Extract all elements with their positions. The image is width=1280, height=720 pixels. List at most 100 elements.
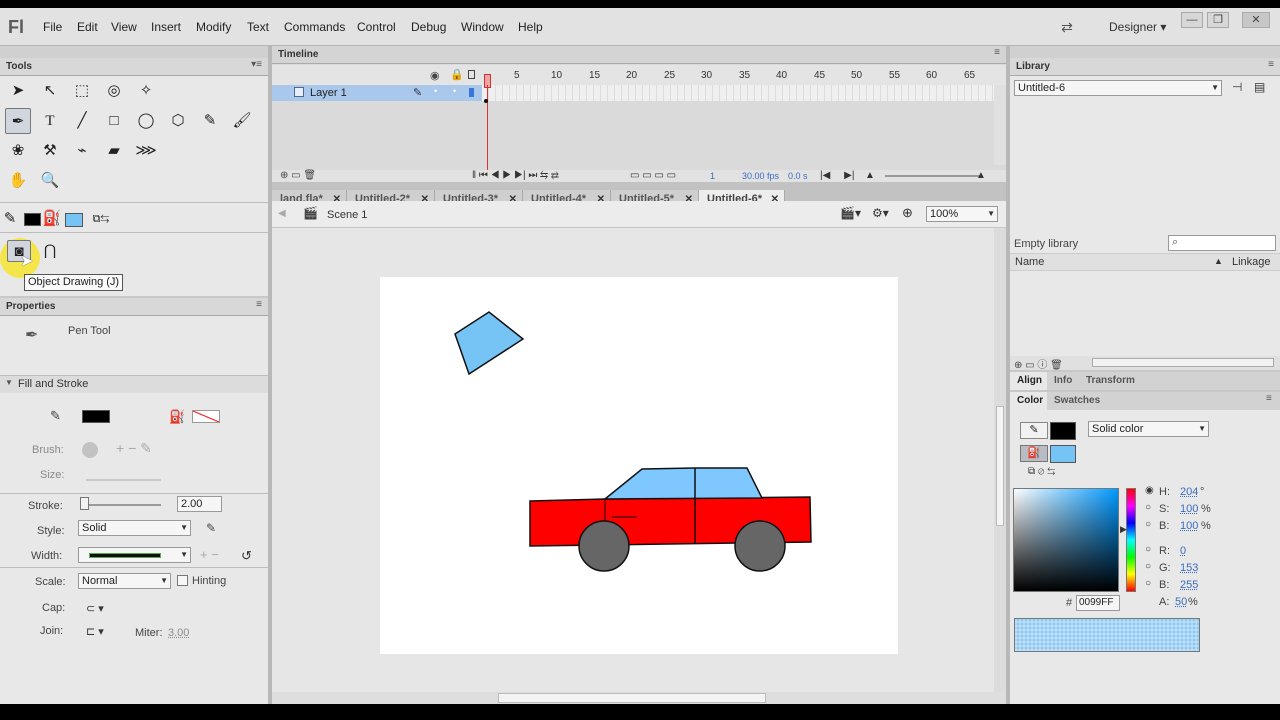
stroke-slider-thumb[interactable]: [80, 497, 89, 510]
tab-color[interactable]: Color: [1010, 392, 1047, 410]
r-value[interactable]: 0: [1180, 545, 1186, 557]
3d-rotation-tool-icon[interactable]: ◎: [101, 78, 127, 104]
sync-settings-icon[interactable]: ⇄: [1052, 16, 1082, 38]
pen-tool-icon[interactable]: ✒: [5, 108, 31, 134]
menu-control[interactable]: Control: [357, 20, 396, 34]
column-name[interactable]: Name: [1015, 256, 1044, 268]
menu-view[interactable]: View: [111, 20, 137, 34]
new-layer-icon[interactable]: ⊕ ▭ 🗑: [280, 170, 316, 181]
layer-row[interactable]: Layer 1 ✎ • •: [272, 85, 482, 101]
radio-blue[interactable]: ○: [1145, 578, 1151, 589]
miter-value[interactable]: 3.00: [168, 627, 189, 639]
oval-tool-icon[interactable]: ◯: [133, 108, 159, 134]
blue-value[interactable]: 255: [1180, 579, 1198, 591]
center-stage-icon[interactable]: ⊕: [902, 205, 913, 221]
s-value[interactable]: 100: [1180, 503, 1198, 515]
library-search-input[interactable]: ⌕: [1168, 235, 1276, 251]
stage-vscroll[interactable]: [994, 228, 1006, 692]
frame-rate[interactable]: 30.00 fps: [742, 171, 779, 181]
elapsed-time[interactable]: 0.0 s: [788, 171, 808, 181]
zoom-in-icon[interactable]: ▲: [976, 170, 986, 181]
scroll-arrows-icon[interactable]: |◀ ▶|: [820, 170, 854, 181]
stroke-color-swatch[interactable]: [1050, 422, 1076, 440]
scene-name[interactable]: Scene 1: [327, 209, 367, 221]
frame-zoom-slider[interactable]: [885, 175, 981, 177]
subselection-tool-icon[interactable]: ↖: [37, 78, 63, 104]
library-document-dropdown[interactable]: Untitled-6 ▼: [1014, 80, 1222, 96]
menu-debug[interactable]: Debug: [411, 20, 446, 34]
menu-text[interactable]: Text: [247, 20, 269, 34]
new-symbol-icon[interactable]: ⊕ ▭ ⓘ 🗑: [1014, 356, 1063, 371]
current-frame[interactable]: 1: [710, 171, 715, 181]
menu-insert[interactable]: Insert: [151, 20, 181, 34]
left-gutter[interactable]: [268, 46, 272, 704]
fill-color-swatch[interactable]: [1050, 445, 1076, 463]
hex-input[interactable]: 0099FF: [1076, 595, 1120, 611]
timeline-vscroll[interactable]: [994, 85, 1006, 165]
brush-tool-icon[interactable]: 🖌: [229, 108, 255, 134]
hand-tool-icon[interactable]: ✋: [5, 168, 31, 194]
text-tool-icon[interactable]: T: [37, 108, 63, 134]
join-dropdown[interactable]: ⊏ ▾: [86, 625, 104, 638]
panel-menu-icon[interactable]: ≡: [256, 299, 262, 310]
panel-menu-icon[interactable]: ≡: [994, 47, 1000, 58]
stroke-pencil-icon[interactable]: ✎: [1020, 422, 1048, 439]
fill-bucket-icon[interactable]: ⛽: [1020, 445, 1048, 462]
h-value[interactable]: 204: [1180, 486, 1198, 498]
fill-stroke-section-header[interactable]: ▼ Fill and Stroke: [0, 376, 268, 393]
polystar-tool-icon[interactable]: ⬡: [165, 108, 191, 134]
frame-track[interactable]: [482, 85, 996, 101]
edit-symbols-icon[interactable]: ⚙▾: [872, 206, 889, 220]
tab-swatches[interactable]: Swatches: [1054, 395, 1100, 406]
stage-hscroll[interactable]: [272, 692, 1006, 704]
color-options-icon[interactable]: ⧉ ⊘ ⇆: [1028, 466, 1055, 477]
lasso-tool-icon[interactable]: ✧: [133, 78, 159, 104]
panel-menu-icon[interactable]: ≡: [1266, 393, 1272, 404]
restore-button[interactable]: ❐: [1207, 12, 1229, 28]
menu-edit[interactable]: Edit: [77, 20, 98, 34]
deco-tool-icon[interactable]: ❀: [5, 138, 31, 164]
tab-info[interactable]: Info: [1054, 375, 1072, 386]
radio-b[interactable]: ○: [1145, 519, 1151, 530]
width-tool-icon[interactable]: ⋙: [133, 138, 159, 164]
bone-tool-icon[interactable]: ⚒: [37, 138, 63, 164]
menu-modify[interactable]: Modify: [196, 20, 231, 34]
eye-icon[interactable]: ◉: [430, 69, 440, 82]
free-transform-tool-icon[interactable]: ⬚: [69, 78, 95, 104]
radio-g[interactable]: ○: [1145, 561, 1151, 572]
tab-align[interactable]: Align: [1010, 372, 1047, 390]
rectangle-tool-icon[interactable]: □: [101, 108, 127, 134]
minimize-button[interactable]: —: [1181, 12, 1203, 28]
width-profile-dropdown[interactable]: ▼: [78, 547, 191, 563]
menu-help[interactable]: Help: [518, 20, 543, 34]
onion-skin-icon[interactable]: ▭ ▭ ▭ ▭: [630, 170, 676, 181]
edit-scene-icon[interactable]: 🎬▾: [840, 206, 861, 220]
radio-r[interactable]: ○: [1145, 544, 1151, 555]
line-tool-icon[interactable]: ╱: [69, 108, 95, 134]
snap-to-objects-icon[interactable]: ⋂: [38, 240, 62, 262]
lock-dot[interactable]: •: [453, 86, 456, 96]
radio-h[interactable]: ◉: [1145, 485, 1154, 496]
column-linkage[interactable]: Linkage: [1232, 256, 1271, 268]
pencil-tool-icon[interactable]: ✎: [197, 108, 223, 134]
car-rear-wheel[interactable]: [578, 520, 630, 572]
eyedropper-tool-icon[interactable]: ⌁: [69, 138, 95, 164]
hinting-checkbox[interactable]: [177, 575, 188, 586]
menu-commands[interactable]: Commands: [284, 20, 345, 34]
playback-controls-icon[interactable]: ‖ ⏮ ◀ ▶ ▶| ⏭ ⇆ ⇄: [472, 170, 559, 181]
edit-stroke-style-icon[interactable]: ✎: [206, 521, 216, 535]
pin-icon[interactable]: ⊣: [1232, 80, 1242, 94]
hscroll-thumb[interactable]: [498, 693, 766, 703]
scale-dropdown[interactable]: Normal ▼: [78, 573, 171, 589]
close-button[interactable]: ✕: [1242, 12, 1270, 28]
library-hscroll[interactable]: [1092, 358, 1274, 367]
b-value[interactable]: 100: [1180, 520, 1198, 532]
zoom-tool-icon[interactable]: 🔍: [37, 168, 63, 194]
radio-s[interactable]: ○: [1145, 502, 1151, 513]
vscroll-thumb[interactable]: [996, 406, 1004, 526]
fill-color-swatch[interactable]: [65, 213, 83, 227]
alpha-value[interactable]: 50: [1175, 596, 1187, 608]
new-library-panel-icon[interactable]: ▤: [1254, 80, 1265, 94]
selection-tool-icon[interactable]: ➤: [5, 78, 31, 104]
stroke-width-input[interactable]: 2.00: [177, 496, 222, 512]
